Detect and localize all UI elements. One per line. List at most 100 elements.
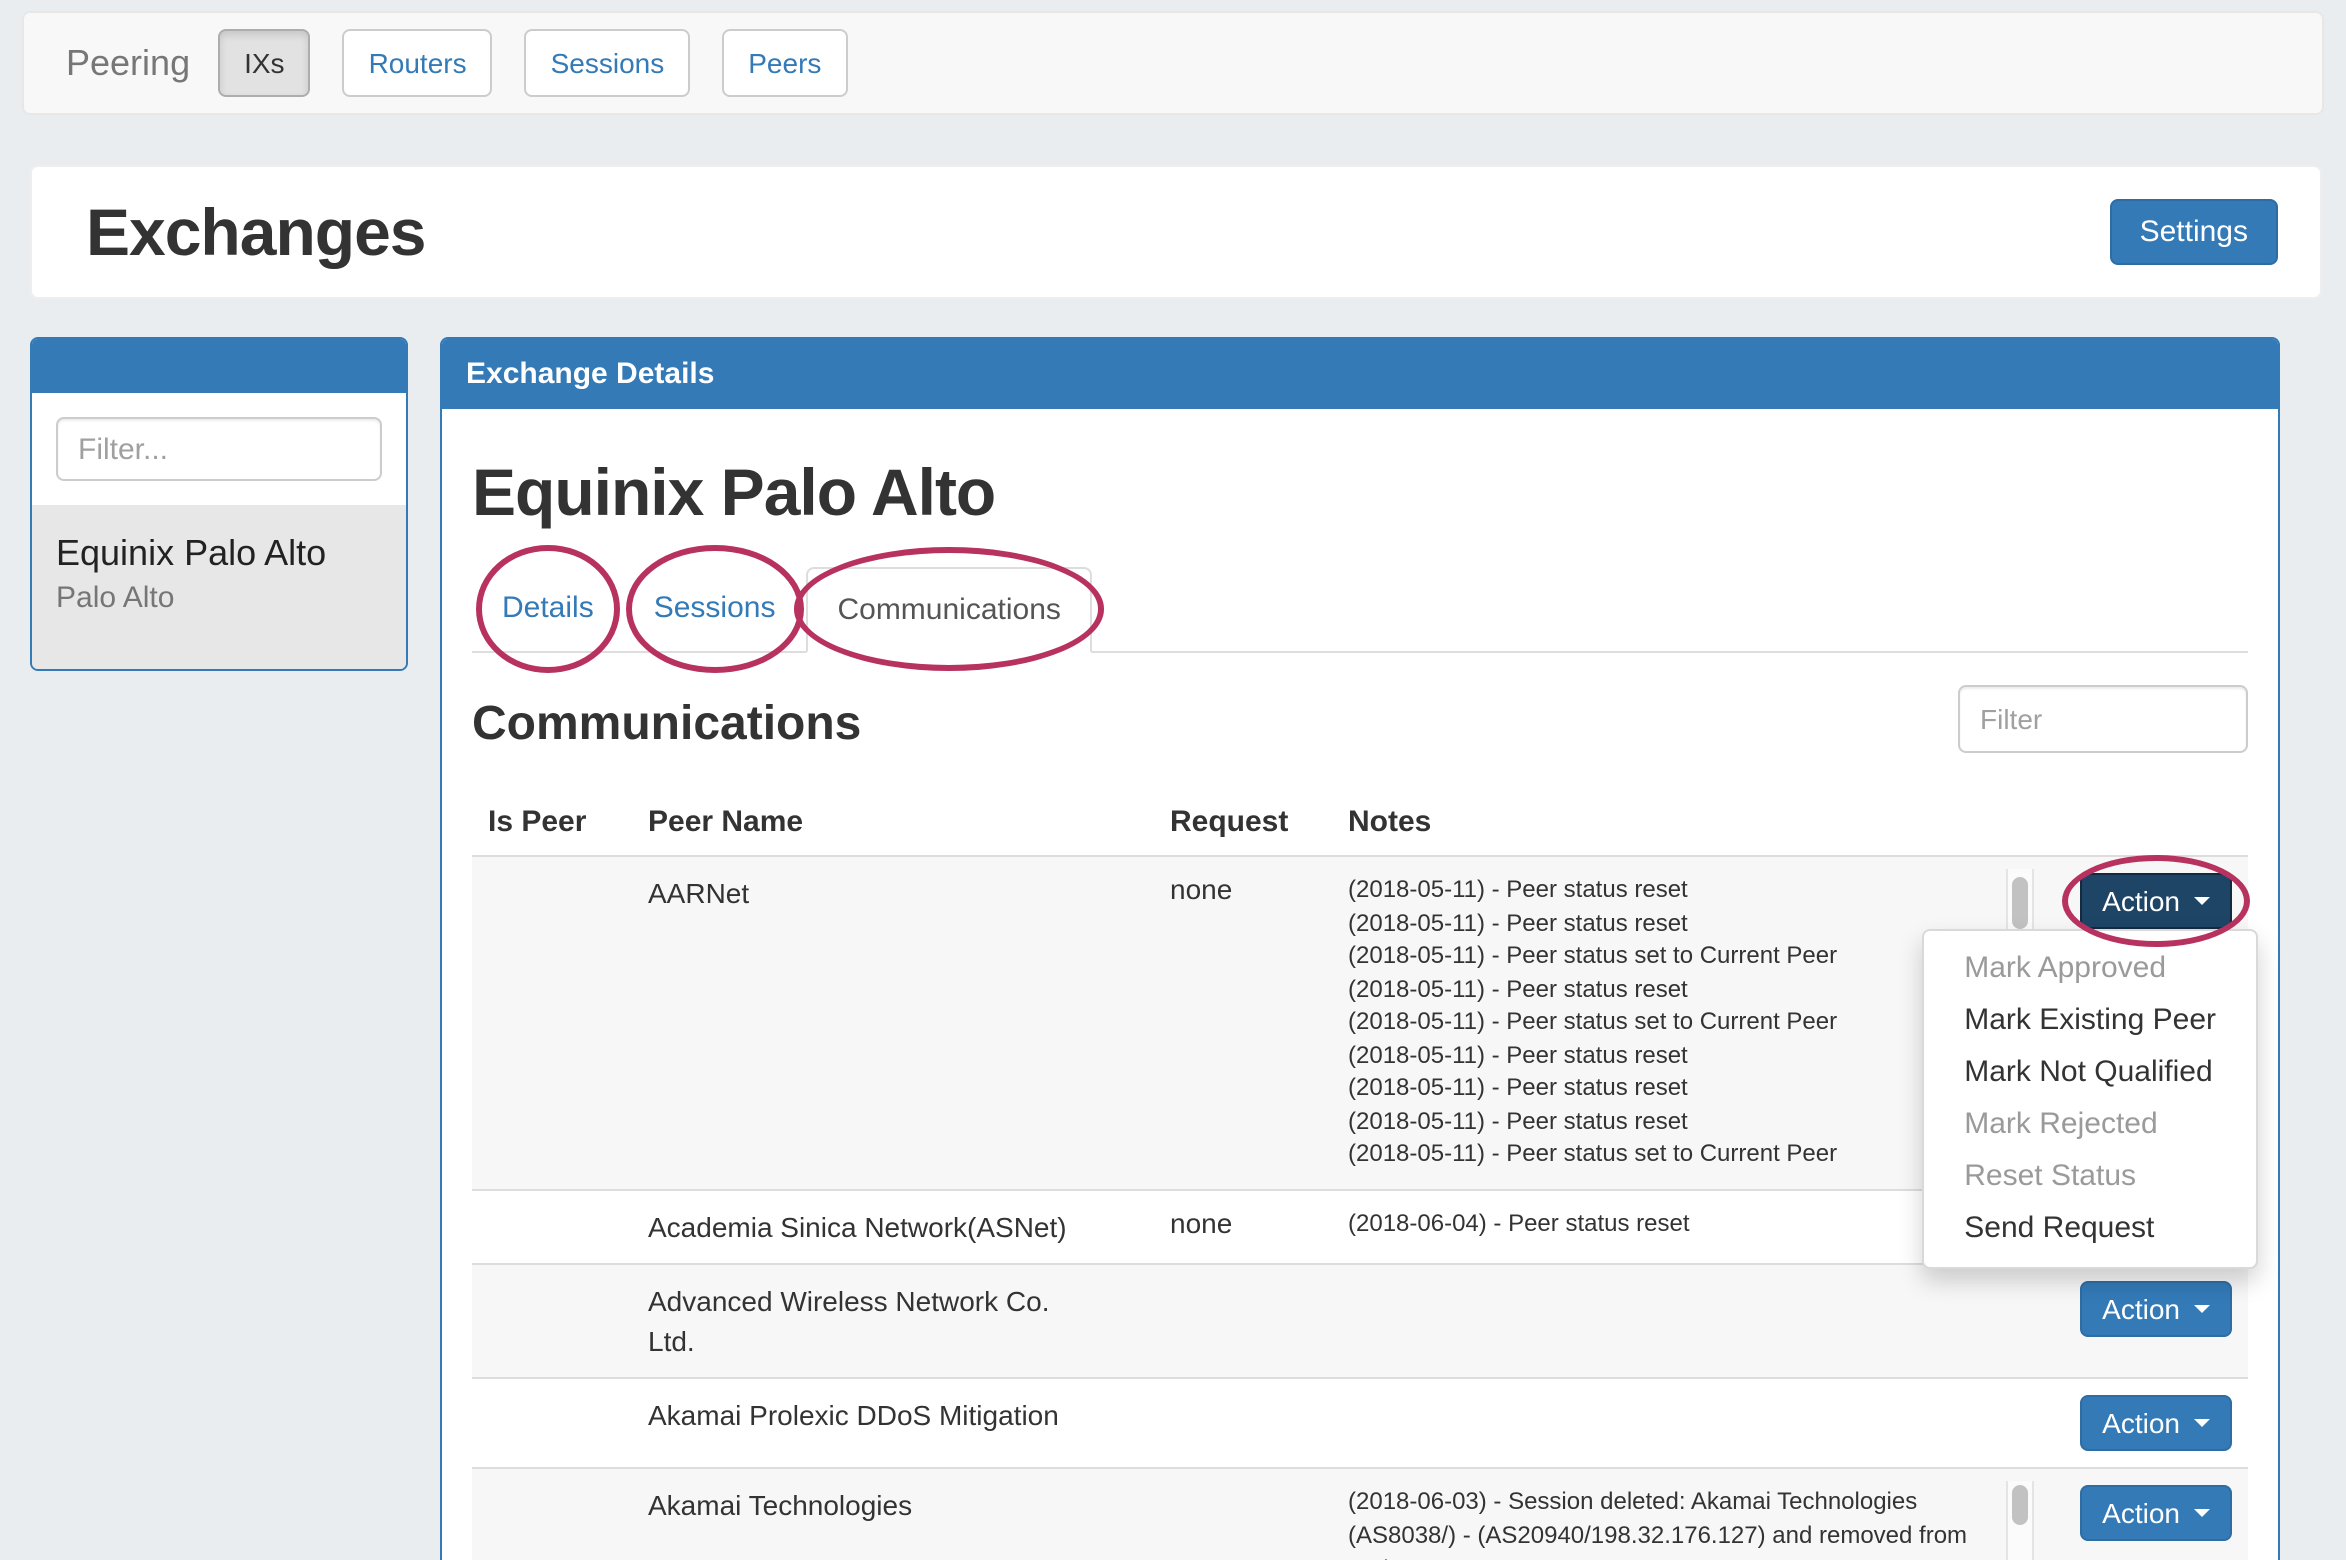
notes-cell [1332, 1378, 2046, 1468]
settings-button[interactable]: Settings [2110, 199, 2278, 265]
notes-list: (2018-06-04) - Peer status reset [1348, 1207, 1994, 1240]
table-header-row: Is Peer Peer Name Request Notes [472, 789, 2248, 856]
note-line: (2018-06-04) - Peer status reset [1348, 1207, 1994, 1240]
tab-communications-label[interactable]: Communications [805, 567, 1092, 653]
action-button-label: Action [2102, 883, 2180, 919]
caret-down-icon [2194, 897, 2210, 905]
tab-details-label[interactable]: Details [472, 567, 624, 649]
notes-scrollbar-thumb[interactable] [2012, 877, 2028, 929]
exchange-title: Equinix Palo Alto [472, 455, 2248, 531]
action-button-label: Action [2102, 1291, 2180, 1327]
tab-details[interactable]: Details [472, 567, 624, 653]
peer-name-cell: Advanced Wireless Network Co. Ltd. [632, 1264, 1154, 1378]
nav-button-ixs[interactable]: IXs [218, 29, 310, 97]
exchange-list-item-city: Palo Alto [56, 577, 382, 621]
is-peer-cell [472, 1190, 632, 1264]
exchange-list-item[interactable]: Equinix Palo Alto Palo Alto [32, 505, 406, 669]
note-line: (2018-05-11) - Peer status reset [1348, 1038, 1994, 1071]
action-cell: Action [2046, 1264, 2248, 1378]
request-cell [1154, 1264, 1332, 1378]
request-cell [1154, 1378, 1332, 1468]
column-header-action [2046, 789, 2248, 856]
exchange-list-item-name: Equinix Palo Alto [56, 529, 382, 577]
navbar-brand: Peering [24, 42, 218, 84]
caret-down-icon [2194, 1419, 2210, 1427]
detail-tabs: Details Sessions Communications [472, 567, 2248, 653]
column-header-request: Request [1154, 789, 1332, 856]
communications-table: Is Peer Peer Name Request Notes AARNet no… [472, 789, 2248, 1560]
request-cell: none [1154, 856, 1332, 1190]
action-button-label: Action [2102, 1495, 2180, 1531]
dropdown-item-mark-rejected[interactable]: Mark Rejected [1924, 1099, 2256, 1151]
request-cell: none [1154, 1190, 1332, 1264]
tab-sessions-label[interactable]: Sessions [624, 567, 806, 649]
is-peer-cell [472, 1378, 632, 1468]
peer-name: Advanced Wireless Network Co. Ltd. [648, 1281, 1078, 1361]
exchange-list-panel: Equinix Palo Alto Palo Alto [30, 337, 408, 671]
is-peer-cell [472, 1468, 632, 1560]
action-button-label: Action [2102, 1405, 2180, 1441]
caret-down-icon [2194, 1509, 2210, 1517]
notes-cell [1332, 1264, 2046, 1378]
page-title: Exchanges [86, 194, 426, 270]
table-row: Akamai Prolexic DDoS Mitigation Action [472, 1378, 2248, 1468]
top-navbar: Peering IXs Routers Sessions Peers [22, 11, 2324, 115]
dropdown-item-mark-approved[interactable]: Mark Approved [1924, 943, 2256, 995]
notes-scrollbar-thumb[interactable] [2012, 1485, 2028, 1525]
action-button[interactable]: Action [2080, 1395, 2232, 1451]
communications-filter-input[interactable] [1958, 685, 2248, 753]
column-header-is-peer: Is Peer [472, 789, 632, 856]
note-line: (2018-05-11) - Peer status reset [1348, 873, 1994, 906]
peer-name: Akamai Technologies [648, 1485, 1078, 1525]
column-header-peer-name: Peer Name [632, 789, 1154, 856]
caret-down-icon [2194, 1305, 2210, 1313]
note-line: (2018-05-11) - Peer status set to Curren… [1348, 939, 1994, 972]
action-cell: Action [2046, 1468, 2248, 1560]
note-line: (2018-05-11) - Peer status set to Curren… [1348, 1137, 1994, 1170]
exchange-details-panel: Exchange Details Equinix Palo Alto Detai… [440, 337, 2280, 1560]
action-dropdown-menu: Mark ApprovedMark Existing PeerMark Not … [1922, 929, 2258, 1269]
dropdown-item-send-request[interactable]: Send Request [1924, 1203, 2256, 1255]
note-line: (2018-05-11) - Peer status reset [1348, 906, 1994, 939]
peer-name: Akamai Prolexic DDoS Mitigation [648, 1395, 1078, 1435]
exchange-details-heading: Exchange Details [442, 339, 2278, 409]
request-cell [1154, 1468, 1332, 1560]
is-peer-cell [472, 856, 632, 1190]
nav-button-peers[interactable]: Peers [722, 29, 847, 97]
screenshot-root: Peering IXs Routers Sessions Peers Excha… [0, 0, 2346, 1560]
communications-heading: Communications [472, 697, 861, 753]
action-cell: ActionMark ApprovedMark Existing PeerMar… [2046, 856, 2248, 1190]
notes-scrollbar-track[interactable] [2006, 1481, 2034, 1560]
nav-button-sessions[interactable]: Sessions [525, 29, 691, 97]
tab-communications[interactable]: Communications [805, 567, 1092, 653]
peer-name-cell: AARNet [632, 856, 1154, 1190]
notes-list[interactable]: (2018-05-11) - Peer status reset(2018-05… [1348, 873, 1994, 1173]
column-header-notes: Notes [1332, 789, 2046, 856]
note-line: (2018-05-11) - Peer status reset [1348, 1104, 1994, 1137]
notes-list[interactable]: (2018-06-03) - Session deleted: Akamai T… [1348, 1485, 1994, 1560]
exchange-list-panel-heading [32, 339, 406, 393]
peer-name-cell: Akamai Technologies [632, 1468, 1154, 1560]
dropdown-item-reset-status[interactable]: Reset Status [1924, 1151, 2256, 1203]
peer-name-cell: Academia Sinica Network(ASNet) [632, 1190, 1154, 1264]
table-row: Akamai Technologies (2018-06-03) - Sessio… [472, 1468, 2248, 1560]
note-line: (2018-05-11) - Peer status reset [1348, 972, 1994, 1005]
is-peer-cell [472, 1264, 632, 1378]
dropdown-item-mark-existing-peer[interactable]: Mark Existing Peer [1924, 995, 2256, 1047]
table-row: AARNetnone(2018-05-11) - Peer status res… [472, 856, 2248, 1190]
note-line: (2018-06-03) - Session deleted: Akamai T… [1348, 1485, 1994, 1560]
exchange-filter-input[interactable] [56, 417, 382, 481]
note-line: (2018-05-11) - Peer status reset [1348, 1071, 1994, 1104]
note-line: (2018-05-11) - Peer status set to Curren… [1348, 1005, 1994, 1038]
peer-name: Academia Sinica Network(ASNet) [648, 1207, 1078, 1247]
action-button[interactable]: Action [2080, 1281, 2232, 1337]
peer-name: AARNet [648, 873, 1078, 913]
peer-name-cell: Akamai Prolexic DDoS Mitigation [632, 1378, 1154, 1468]
nav-button-routers[interactable]: Routers [343, 29, 493, 97]
action-button[interactable]: Action [2080, 1485, 2232, 1541]
tab-sessions[interactable]: Sessions [624, 567, 806, 653]
action-cell: Action [2046, 1378, 2248, 1468]
page-header-card: Exchanges Settings [30, 165, 2322, 299]
action-button[interactable]: Action [2080, 873, 2232, 929]
dropdown-item-mark-not-qualified[interactable]: Mark Not Qualified [1924, 1047, 2256, 1099]
